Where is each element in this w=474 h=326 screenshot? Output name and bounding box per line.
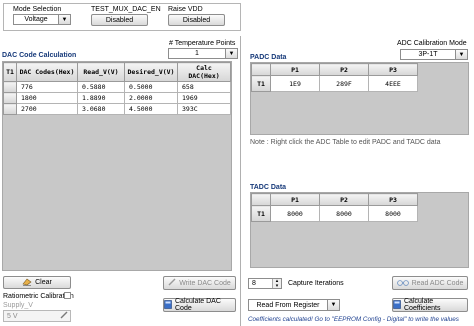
mode-selection-dropdown[interactable]: Voltage ▼ xyxy=(13,14,71,25)
table-row[interactable]: 1800 1.8890 2.0000 1969 xyxy=(3,92,231,104)
mode-selection-value: Voltage xyxy=(24,16,48,23)
padc-section-title: PADC Data xyxy=(250,54,287,61)
chevron-down-icon: ▼ xyxy=(58,15,70,24)
padc-p2-cell[interactable]: 289F xyxy=(319,75,369,92)
eraser-icon xyxy=(22,278,32,288)
tadc-header-row: P1 P2 P3 xyxy=(251,193,418,206)
clear-button-label: Clear xyxy=(35,279,52,286)
adc-mode-value: 3P-1T xyxy=(418,51,438,58)
row-header xyxy=(3,92,17,104)
adc-table-note: Note : Right click the ADC Table to edit… xyxy=(250,139,441,146)
calculate-dac-button[interactable]: Calculate DAC Code xyxy=(163,298,236,312)
chevron-down-icon: ▼ xyxy=(327,300,339,310)
desired-v-cell[interactable]: 4.5000 xyxy=(124,103,178,115)
test-mux-button[interactable]: Disabled xyxy=(91,14,148,26)
tadc-table[interactable]: P1 P2 P3 T1 8000 8000 8000 xyxy=(251,193,418,222)
dac-table-header-row: T1 DAC Codes(Hex) Read_V(V) Desired_V(V)… xyxy=(3,62,231,82)
supply-input[interactable]: 5 V xyxy=(3,310,71,322)
tadc-table-panel[interactable]: P1 P2 P3 T1 8000 8000 8000 xyxy=(250,192,469,268)
panel-divider xyxy=(240,36,241,326)
dac-col-header: Calc DAC(Hex) xyxy=(177,62,231,82)
dac-table[interactable]: T1 DAC Codes(Hex) Read_V(V) Desired_V(V)… xyxy=(3,62,231,115)
dac-col-header: DAC Codes(Hex) xyxy=(16,62,78,82)
tadc-col-header: P3 xyxy=(368,193,418,206)
chevron-down-icon: ▼ xyxy=(455,50,467,59)
write-dac-label: Write DAC Code xyxy=(179,279,231,287)
padc-col-header: P3 xyxy=(368,63,418,76)
capture-value: 8 xyxy=(252,280,256,287)
read-v-cell[interactable]: 0.5880 xyxy=(77,81,125,93)
calculate-coefficients-button[interactable]: Calculate Coefficients xyxy=(392,298,468,312)
padc-table-panel[interactable]: P1 P2 P3 T1 1E9 289F 4EEE xyxy=(250,62,469,135)
row-header: T1 xyxy=(251,75,271,92)
capture-iterations-input[interactable]: 8 ▴ ▾ xyxy=(248,278,282,289)
tadc-section-title: TADC Data xyxy=(250,184,287,191)
temp-points-label: # Temperature Points xyxy=(169,40,236,47)
read-from-value: Read From Register xyxy=(256,301,320,309)
read-adc-button[interactable]: Read ADC Code xyxy=(392,276,468,290)
dac-code-cell[interactable]: 1800 xyxy=(16,92,78,104)
calc-dac-cell[interactable]: 658 xyxy=(177,81,231,93)
supply-label: Supply_V xyxy=(3,302,33,309)
dac-table-panel[interactable]: T1 DAC Codes(Hex) Read_V(V) Desired_V(V)… xyxy=(2,61,232,271)
capture-iterations-label: Capture Iterations xyxy=(288,280,344,287)
adc-mode-dropdown[interactable]: 3P-1T ▼ xyxy=(400,49,468,60)
status-message: Coefficients calculated! Go to "EEPROM C… xyxy=(248,316,459,323)
adc-mode-label: ADC Calibration Mode xyxy=(397,40,467,47)
table-row[interactable]: 2700 3.0680 4.5000 393C xyxy=(3,103,231,115)
padc-col-header: P1 xyxy=(270,63,320,76)
raise-vdd-label: Raise VDD xyxy=(168,6,203,13)
dac-code-cell[interactable]: 2700 xyxy=(16,103,78,115)
temp-points-dropdown[interactable]: 1 ▼ xyxy=(168,48,238,59)
corner-header xyxy=(251,63,271,76)
tadc-p2-cell[interactable]: 8000 xyxy=(319,205,369,222)
tadc-p1-cell[interactable]: 8000 xyxy=(270,205,320,222)
dac-col-header: Desired_V(V) xyxy=(124,62,178,82)
write-dac-button[interactable]: Write DAC Code xyxy=(163,276,236,290)
supply-value: 5 V xyxy=(7,312,18,320)
padc-header-row: P1 P2 P3 xyxy=(251,63,418,76)
desired-v-cell[interactable]: 0.5000 xyxy=(124,81,178,93)
mode-selection-label: Mode Selection xyxy=(13,6,62,13)
calc-dac-cell[interactable]: 393C xyxy=(177,103,231,115)
table-row[interactable]: T1 8000 8000 8000 xyxy=(251,205,418,222)
clear-button[interactable]: Clear xyxy=(3,276,71,289)
pencil-icon xyxy=(60,311,68,321)
calc-coeff-label: Calculate Coefficients xyxy=(404,298,441,312)
desired-v-cell[interactable]: 2.0000 xyxy=(124,92,178,104)
stepper-arrows-icon[interactable]: ▴ ▾ xyxy=(272,279,281,289)
read-v-cell[interactable]: 3.0680 xyxy=(77,103,125,115)
padc-p1-cell[interactable]: 1E9 xyxy=(270,75,320,92)
padc-p3-cell[interactable]: 4EEE xyxy=(368,75,418,92)
dac-col-header: Read_V(V) xyxy=(77,62,125,82)
table-row[interactable]: T1 1E9 289F 4EEE xyxy=(251,75,418,92)
test-mux-label: TEST_MUX_DAC_EN xyxy=(91,6,161,13)
table-row[interactable]: 776 0.5880 0.5000 658 xyxy=(3,81,231,93)
read-from-dropdown[interactable]: Read From Register ▼ xyxy=(248,299,340,311)
row-header xyxy=(3,103,17,115)
tadc-col-header: P1 xyxy=(270,193,320,206)
calc-dac-cell[interactable]: 1969 xyxy=(177,92,231,104)
dac-code-cell[interactable]: 776 xyxy=(16,81,78,93)
tadc-p3-cell[interactable]: 8000 xyxy=(368,205,418,222)
ratiometric-checkbox[interactable] xyxy=(64,292,71,299)
glasses-icon xyxy=(396,279,409,288)
raise-vdd-button[interactable]: Disabled xyxy=(168,14,225,26)
chevron-down-icon: ▼ xyxy=(225,49,237,58)
calculator-icon xyxy=(164,299,172,311)
calculator-icon xyxy=(393,299,401,311)
read-adc-label: Read ADC Code xyxy=(411,279,464,287)
pencil-icon xyxy=(168,278,176,288)
temp-points-value: 1 xyxy=(195,50,199,57)
row-header: T1 xyxy=(251,205,271,222)
calculate-dac-label: Calculate DAC Code xyxy=(175,298,221,312)
tadc-col-header: P2 xyxy=(319,193,369,206)
padc-table[interactable]: P1 P2 P3 T1 1E9 289F 4EEE xyxy=(251,63,418,92)
padc-col-header: P2 xyxy=(319,63,369,76)
corner-header xyxy=(251,193,271,206)
read-v-cell[interactable]: 1.8890 xyxy=(77,92,125,104)
row-header xyxy=(3,81,17,93)
dac-section-title: DAC Code Calculation xyxy=(2,52,77,59)
dac-col-header: T1 xyxy=(3,62,17,82)
